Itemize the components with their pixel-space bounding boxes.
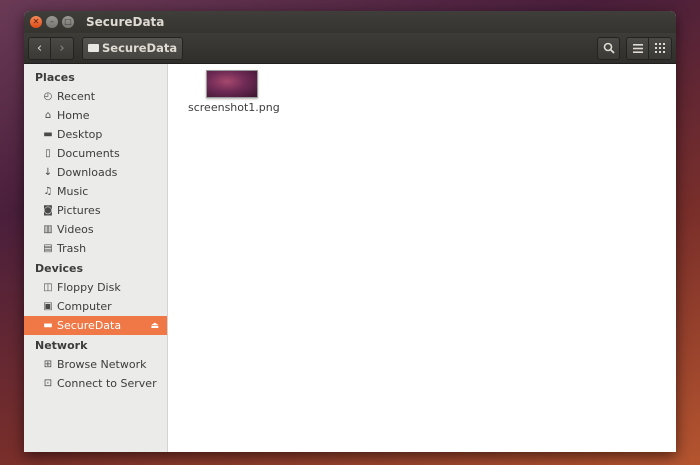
sidebar-item-trash[interactable]: ▤ Trash <box>24 239 167 258</box>
drive-icon <box>88 44 99 52</box>
home-icon: ⌂ <box>44 110 52 121</box>
sidebar-item-desktop[interactable]: ▬ Desktop <box>24 125 167 144</box>
forward-button[interactable]: › <box>51 36 74 60</box>
sidebar-item-securedata[interactable]: ▬ SecureData ⏏ <box>24 316 167 335</box>
sidebar-item-documents[interactable]: ▯ Documents <box>24 144 167 163</box>
sidebar-item-connect-to-server[interactable]: ⊡ Connect to Server <box>24 374 167 393</box>
file-manager-window: ✕ – □ SecureData ‹ › SecureData Places ◴… <box>24 11 676 452</box>
trash-icon: ▤ <box>43 243 53 254</box>
camera-icon: ◙ <box>43 205 53 216</box>
server-icon: ⊡ <box>43 378 53 389</box>
navigation-group: ‹ › <box>28 36 74 60</box>
eject-icon[interactable]: ⏏ <box>150 321 159 331</box>
search-button[interactable] <box>597 36 620 60</box>
grid-view-button[interactable] <box>649 36 672 60</box>
sidebar: Places ◴ Recent ⌂ Home ▬ Desktop ▯ Documents… <box>24 64 168 452</box>
music-icon: ♫ <box>43 186 53 197</box>
document-icon: ▯ <box>45 148 51 159</box>
sidebar-item-videos[interactable]: ▥ Videos <box>24 220 167 239</box>
minimize-window-button[interactable]: – <box>46 16 58 28</box>
maximize-window-button[interactable]: □ <box>62 16 74 28</box>
download-icon: ↓ <box>43 167 53 178</box>
sidebar-item-recent[interactable]: ◴ Recent <box>24 87 167 106</box>
sidebar-item-computer[interactable]: ▣ Computer <box>24 297 167 316</box>
network-header: Network <box>35 339 88 352</box>
back-button[interactable]: ‹ <box>28 36 51 60</box>
image-thumbnail <box>206 70 258 98</box>
folder-icon: ▬ <box>43 129 53 140</box>
sidebar-item-home[interactable]: ⌂ Home <box>24 106 167 125</box>
clock-icon: ◴ <box>43 91 53 102</box>
path-label: SecureData <box>102 41 178 55</box>
view-toggle-group <box>626 36 672 60</box>
search-icon <box>603 42 615 54</box>
sidebar-item-floppy-disk[interactable]: ◫ Floppy Disk <box>24 278 167 297</box>
list-view-icon <box>632 43 643 53</box>
chevron-left-icon: ‹ <box>36 40 43 56</box>
floppy-icon: ◫ <box>43 282 53 293</box>
drive-icon: ▬ <box>43 320 53 331</box>
sidebar-item-pictures[interactable]: ◙ Pictures <box>24 201 167 220</box>
sidebar-item-browse-network[interactable]: ⊞ Browse Network <box>24 355 167 374</box>
devices-header: Devices <box>35 262 84 275</box>
list-view-button[interactable] <box>626 36 649 60</box>
file-view: screenshot1.png <box>168 64 676 452</box>
film-icon: ▥ <box>43 224 53 235</box>
grid-view-icon <box>655 43 665 53</box>
toolbar: ‹ › SecureData <box>24 33 676 64</box>
network-icon: ⊞ <box>43 359 53 370</box>
title-bar: ✕ – □ SecureData <box>24 11 676 33</box>
window-title: SecureData <box>86 15 165 29</box>
sidebar-item-downloads[interactable]: ↓ Downloads <box>24 163 167 182</box>
path-bar-button[interactable]: SecureData <box>82 36 184 60</box>
places-header: Places <box>35 71 75 84</box>
close-window-button[interactable]: ✕ <box>30 16 42 28</box>
computer-icon: ▣ <box>43 301 53 312</box>
chevron-right-icon: › <box>59 40 65 56</box>
file-name: screenshot1.png <box>188 101 280 114</box>
sidebar-item-music[interactable]: ♫ Music <box>24 182 167 201</box>
file-item[interactable]: screenshot1.png <box>188 70 280 114</box>
